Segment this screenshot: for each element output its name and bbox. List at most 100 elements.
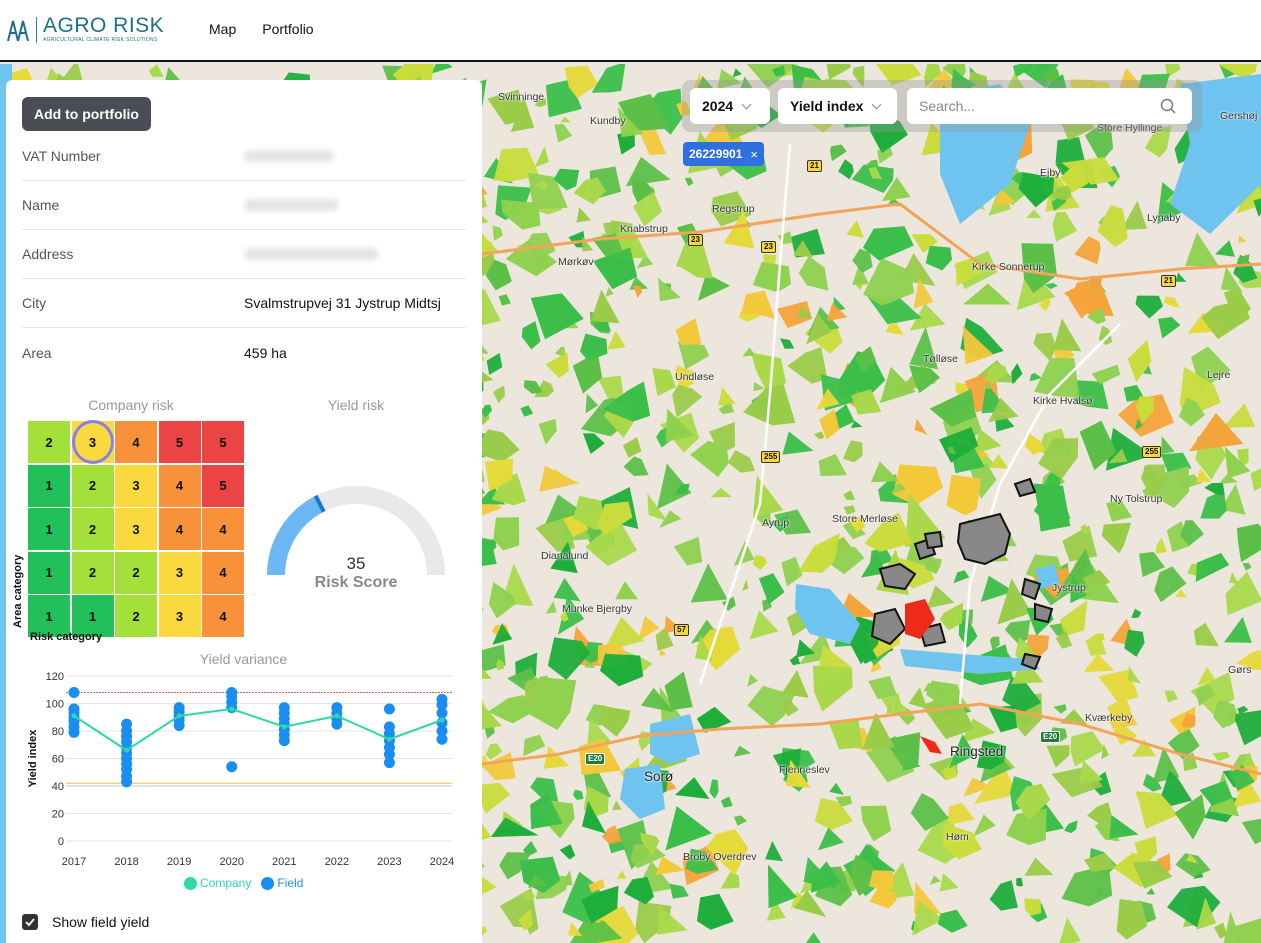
map-place-label: Regstrup (712, 203, 755, 215)
x-tick-label: 2018 (114, 856, 138, 868)
legend-label-field: Field (277, 876, 304, 890)
name-value-redacted (244, 199, 339, 211)
selected-risk-marker: 3 (71, 420, 114, 464)
check-icon (25, 918, 35, 927)
field-point[interactable] (436, 733, 448, 745)
search-icon[interactable] (1160, 98, 1176, 114)
legend-company[interactable]: Company (184, 876, 251, 890)
risk-matrix-cell: 4 (202, 551, 244, 594)
add-to-portfolio-button[interactable]: Add to portfolio (22, 97, 151, 131)
risk-matrix-cell: 3 (115, 508, 157, 550)
map-place-label: Gershøj (1220, 110, 1258, 122)
risk-matrix-cell: 2 (115, 595, 157, 637)
risk-matrix-cell: 5 (158, 421, 201, 463)
company-risk-matrix: 2345512345123441223411234 (28, 420, 244, 637)
x-tick-label: 2020 (219, 856, 243, 868)
map-place-label: Undløse (675, 371, 715, 383)
layer-select[interactable]: Yield index (778, 88, 897, 124)
company-point[interactable] (229, 706, 235, 712)
matrix-y-axis-label: Area category (12, 554, 24, 628)
map-place-label: Lynaby (1147, 212, 1181, 224)
show-field-yield-checkbox[interactable] (22, 914, 38, 930)
risk-matrix-cell: 1 (28, 508, 70, 550)
map-place-label: Kirke Sonnerup (972, 261, 1045, 273)
road-sign: 255 (1142, 446, 1162, 458)
matrix-x-axis-label: Risk category (30, 631, 103, 643)
nav-map[interactable]: Map (209, 21, 236, 37)
field-point[interactable] (331, 718, 343, 730)
field-point[interactable] (121, 776, 133, 788)
road-sign: 23 (761, 241, 776, 253)
map-place-label: Sorø (644, 769, 674, 784)
map-place-label: Store Merløse (832, 513, 898, 525)
field-point[interactable] (226, 761, 238, 773)
risk-matrix-cell: 2 (71, 464, 114, 507)
risk-matrix-cell: 2 (71, 508, 114, 550)
app-logo[interactable]: AGRO RISK AGRICULTURAL CLIMATE RISK SOLU… (6, 15, 164, 43)
field-point[interactable] (278, 735, 290, 747)
field-point[interactable] (436, 707, 448, 719)
legend-dot-company (184, 876, 197, 890)
x-tick-label: 2023 (377, 856, 401, 868)
road-sign: 57 (674, 624, 689, 636)
area-value: 459 ha (244, 344, 287, 361)
selected-company-chip[interactable]: 26229901 × (683, 142, 764, 166)
risk-matrix-cell: 3 (158, 595, 201, 637)
gauge-label: Risk Score (314, 574, 398, 591)
logo-divider (36, 16, 37, 43)
company-point[interactable] (439, 717, 445, 723)
risk-matrix-cell: 2 (28, 421, 70, 463)
y-tick-label: 60 (52, 754, 64, 766)
company-point[interactable] (334, 713, 340, 719)
risk-matrix-cell: 4 (202, 508, 244, 550)
year-select[interactable]: 2024 (690, 88, 770, 124)
info-row-address: Address (22, 230, 466, 279)
y-axis-label: Yield index (27, 729, 39, 788)
map-place-label: Gørs (1228, 664, 1252, 676)
risk-matrix-cell: 3 (71, 420, 114, 464)
close-icon[interactable]: × (750, 147, 758, 162)
field-point[interactable] (68, 726, 80, 738)
x-tick-label: 2019 (167, 856, 191, 868)
road-sign: 23 (688, 234, 703, 246)
company-details-panel: Add to portfolio VAT Number Name Address… (6, 80, 482, 943)
risk-matrix-cell: 5 (202, 464, 244, 507)
field-point[interactable] (383, 757, 395, 769)
map-place-label: Knabstrup (620, 223, 668, 235)
yield-variance-chart: 0 20 40 60 80 100 120 2017 2018 2019 2020 2021 2022 2… (27, 671, 454, 868)
nav-portfolio[interactable]: Portfolio (262, 21, 313, 37)
info-label: Area (22, 344, 52, 361)
field-point[interactable] (68, 687, 80, 698)
layer-select-value: Yield index (790, 98, 864, 114)
company-point[interactable] (124, 747, 130, 753)
main-nav: Map Portfolio (209, 21, 314, 37)
field-point[interactable] (383, 703, 395, 715)
road-sign: E20 (1040, 731, 1061, 743)
info-label: City (22, 295, 47, 311)
y-tick-label: 80 (52, 726, 64, 738)
show-field-yield-toggle[interactable]: Show field yield (22, 914, 149, 930)
risk-matrix-cell: 2 (115, 551, 157, 594)
road-sign: 21 (807, 160, 822, 172)
info-row-city: City Svalmstrupvej 31 Jystrup Midtsj (22, 279, 466, 328)
y-tick-label: 40 (52, 781, 64, 793)
legend-field[interactable]: Field (261, 876, 303, 890)
search-input[interactable] (919, 98, 1154, 114)
company-point[interactable] (71, 713, 77, 719)
vat-value-redacted (244, 150, 334, 162)
x-tick-label: 2022 (325, 856, 349, 868)
company-point[interactable] (386, 736, 392, 742)
x-tick-label: 2017 (62, 856, 86, 868)
company-point[interactable] (281, 724, 287, 730)
risk-matrix-cell: 4 (115, 421, 157, 463)
map-place-label: Munke Bjergby (562, 603, 633, 615)
map-place-label: Broby Overdrev (683, 851, 757, 863)
legend-dot-field (261, 876, 275, 890)
company-point[interactable] (176, 713, 182, 719)
high-risk-field[interactable] (920, 736, 942, 754)
field-point[interactable] (173, 720, 185, 731)
map-place-label: Ayrup (762, 517, 790, 529)
map-place-label: Svinninge (498, 91, 545, 103)
risk-matrix-cell: 4 (158, 464, 201, 507)
info-label: Name (22, 197, 60, 213)
